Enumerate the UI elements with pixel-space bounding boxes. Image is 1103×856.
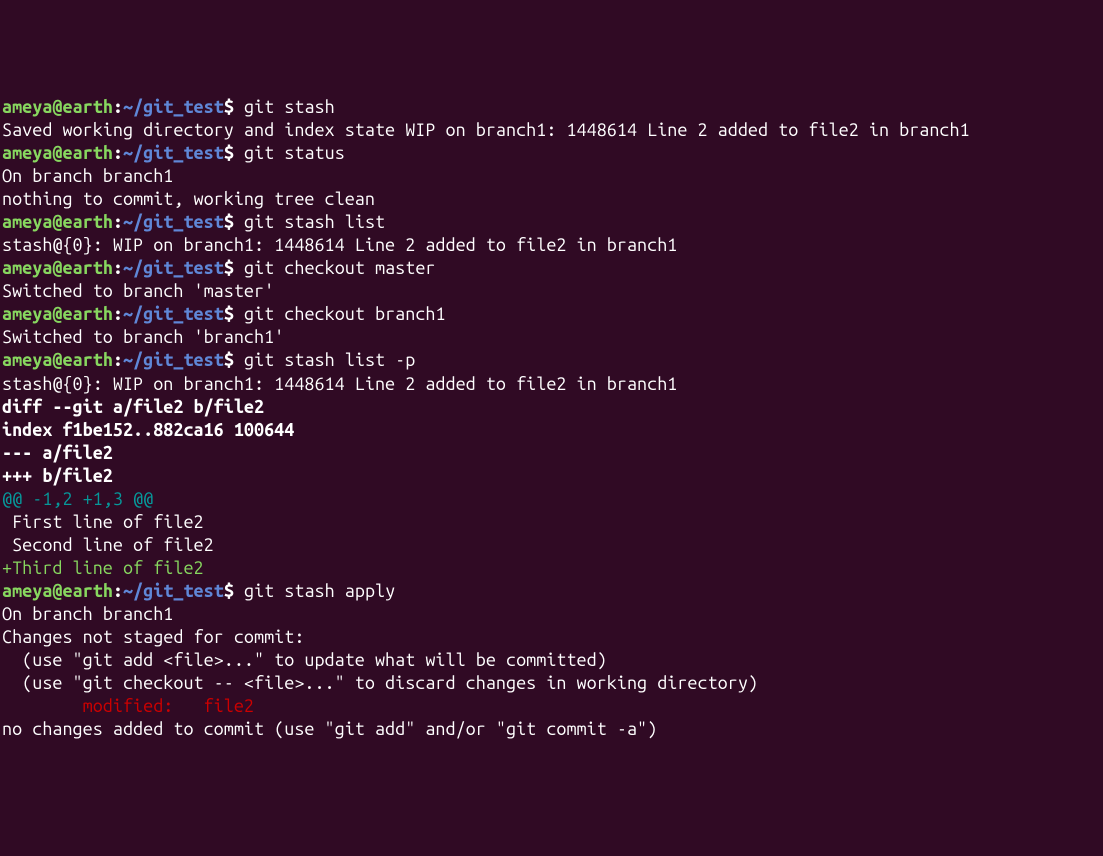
output: On branch branch1 <box>2 603 1101 626</box>
at: @ <box>52 258 62 278</box>
modified-line: modified: file2 <box>2 695 1101 718</box>
user: ameya <box>2 258 52 278</box>
host: earth <box>63 97 113 117</box>
dollar: $ <box>224 304 234 324</box>
at: @ <box>52 143 62 163</box>
dollar: $ <box>224 143 234 163</box>
output: stash@{0}: WIP on branch1: 1448614 Line … <box>2 234 1101 257</box>
diff-context: First line of file2 <box>2 511 1101 534</box>
path: ~/git_test <box>123 304 224 324</box>
command: git stash list <box>234 212 385 232</box>
user: ameya <box>2 304 52 324</box>
output: Saved working directory and index state … <box>2 119 1101 142</box>
output: Changes not staged for commit: <box>2 626 1101 649</box>
output: stash@{0}: WIP on branch1: 1448614 Line … <box>2 373 1101 396</box>
path: ~/git_test <box>123 97 224 117</box>
path: ~/git_test <box>123 212 224 232</box>
diff-header: --- a/file2 <box>2 442 1101 465</box>
dollar: $ <box>224 581 234 601</box>
prompt-line: ameya@earth:~/git_test$ git status <box>2 142 1101 165</box>
user: ameya <box>2 212 52 232</box>
at: @ <box>52 304 62 324</box>
host: earth <box>63 581 113 601</box>
terminal-area[interactable]: ameya@earth:~/git_test$ git stashSaved w… <box>2 96 1101 741</box>
at: @ <box>52 212 62 232</box>
host: earth <box>63 304 113 324</box>
command: git stash <box>234 97 335 117</box>
path: ~/git_test <box>123 258 224 278</box>
command: git stash apply <box>234 581 395 601</box>
prompt-line: ameya@earth:~/git_test$ git stash list -… <box>2 349 1101 372</box>
prompt-line: ameya@earth:~/git_test$ git stash apply <box>2 580 1101 603</box>
output: Switched to branch 'master' <box>2 280 1101 303</box>
output: nothing to commit, working tree clean <box>2 188 1101 211</box>
colon: : <box>113 581 123 601</box>
diff-header: index f1be152..882ca16 100644 <box>2 419 1101 442</box>
diff-hunk: @@ -1,2 +1,3 @@ <box>2 488 1101 511</box>
colon: : <box>113 212 123 232</box>
colon: : <box>113 143 123 163</box>
command: git checkout branch1 <box>234 304 446 324</box>
output: (use "git add <file>..." to update what … <box>2 649 1101 672</box>
diff-added: +Third line of file2 <box>2 557 1101 580</box>
colon: : <box>113 350 123 370</box>
modified-label: modified: file2 <box>83 696 254 716</box>
dollar: $ <box>224 97 234 117</box>
command: git status <box>234 143 345 163</box>
prompt-line: ameya@earth:~/git_test$ git checkout mas… <box>2 257 1101 280</box>
command: git checkout master <box>234 258 436 278</box>
dollar: $ <box>224 258 234 278</box>
output: (use "git checkout -- <file>..." to disc… <box>2 672 1101 695</box>
colon: : <box>113 258 123 278</box>
diff-context: Second line of file2 <box>2 534 1101 557</box>
prompt-line: ameya@earth:~/git_test$ git stash <box>2 96 1101 119</box>
diff-header: +++ b/file2 <box>2 465 1101 488</box>
host: earth <box>63 258 113 278</box>
diff-header: diff --git a/file2 b/file2 <box>2 396 1101 419</box>
host: earth <box>63 350 113 370</box>
colon: : <box>113 304 123 324</box>
prompt-line: ameya@earth:~/git_test$ git stash list <box>2 211 1101 234</box>
user: ameya <box>2 143 52 163</box>
output: On branch branch1 <box>2 165 1101 188</box>
user: ameya <box>2 581 52 601</box>
dollar: $ <box>224 350 234 370</box>
dollar: $ <box>224 212 234 232</box>
indent <box>2 696 83 716</box>
output: no changes added to commit (use "git add… <box>2 718 1101 741</box>
output: Switched to branch 'branch1' <box>2 326 1101 349</box>
colon: : <box>113 97 123 117</box>
at: @ <box>52 581 62 601</box>
at: @ <box>52 350 62 370</box>
user: ameya <box>2 350 52 370</box>
host: earth <box>63 143 113 163</box>
path: ~/git_test <box>123 350 224 370</box>
path: ~/git_test <box>123 143 224 163</box>
at: @ <box>52 97 62 117</box>
path: ~/git_test <box>123 581 224 601</box>
command: git stash list -p <box>234 350 415 370</box>
prompt-line: ameya@earth:~/git_test$ git checkout bra… <box>2 303 1101 326</box>
host: earth <box>63 212 113 232</box>
user: ameya <box>2 97 52 117</box>
